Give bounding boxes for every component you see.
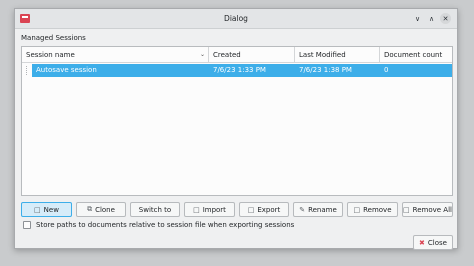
table-header: Session name ⌄ Created Last Modified Docu… bbox=[22, 47, 452, 63]
export-icon: □ bbox=[247, 205, 255, 214]
import-button[interactable]: □ Import bbox=[184, 202, 235, 217]
clone-button[interactable]: ⧉ Clone bbox=[76, 202, 126, 217]
relative-paths-checkbox[interactable] bbox=[23, 221, 31, 229]
column-header-last-modified[interactable]: Last Modified bbox=[295, 47, 380, 63]
managed-sessions-label: Managed Sessions bbox=[21, 34, 86, 42]
table-row[interactable]: Autosave session 7/6/23 1:33 PM 7/6/23 1… bbox=[22, 64, 452, 77]
column-header-created[interactable]: Created bbox=[209, 47, 295, 63]
column-header-session-name[interactable]: Session name ⌄ bbox=[22, 47, 209, 63]
new-document-icon: □ bbox=[34, 205, 41, 214]
sort-descending-icon: ⌄ bbox=[199, 51, 205, 58]
switch-to-button[interactable]: Switch to bbox=[130, 202, 180, 217]
close-icon: ✖ bbox=[419, 238, 425, 247]
relative-paths-label: Store paths to documents relative to ses… bbox=[36, 221, 295, 229]
created-cell: 7/6/23 1:33 PM bbox=[213, 66, 266, 74]
remove-icon: □ bbox=[353, 205, 361, 214]
session-actions-toolbar: □ New ⧉ Clone Switch to □ Import □ Export ✎ R… bbox=[21, 202, 453, 217]
column-header-document-count[interactable]: Document count bbox=[380, 47, 452, 63]
sessions-table: Session name ⌄ Created Last Modified Docu… bbox=[21, 46, 453, 196]
remove-all-button[interactable]: □ Remove All bbox=[402, 202, 453, 217]
modified-cell: 7/6/23 1:38 PM bbox=[299, 66, 352, 74]
window-title: Dialog bbox=[224, 14, 248, 23]
title-bar: Dialog ∨ ∧ ✕ bbox=[15, 9, 457, 29]
tree-indent-line bbox=[22, 64, 32, 77]
minimize-icon[interactable]: ∨ bbox=[412, 13, 423, 24]
dialog-window: Dialog ∨ ∧ ✕ Managed Sessions Session na… bbox=[14, 8, 458, 250]
import-icon: □ bbox=[193, 205, 200, 214]
document-count-cell: 0 bbox=[384, 66, 389, 74]
session-name-cell: Autosave session bbox=[36, 66, 97, 74]
clone-icon: ⧉ bbox=[87, 205, 93, 213]
rename-pencil-icon: ✎ bbox=[299, 205, 306, 214]
maximize-icon[interactable]: ∧ bbox=[426, 13, 437, 24]
relative-paths-option[interactable]: Store paths to documents relative to ses… bbox=[23, 221, 294, 229]
rename-button[interactable]: ✎ Rename bbox=[293, 202, 343, 217]
close-button[interactable]: ✖ Close bbox=[413, 235, 453, 250]
export-button[interactable]: □ Export bbox=[239, 202, 289, 217]
close-window-icon[interactable]: ✕ bbox=[440, 13, 451, 24]
new-button[interactable]: □ New bbox=[21, 202, 72, 217]
remove-all-icon: □ bbox=[403, 205, 410, 214]
remove-button[interactable]: □ Remove bbox=[347, 202, 398, 217]
